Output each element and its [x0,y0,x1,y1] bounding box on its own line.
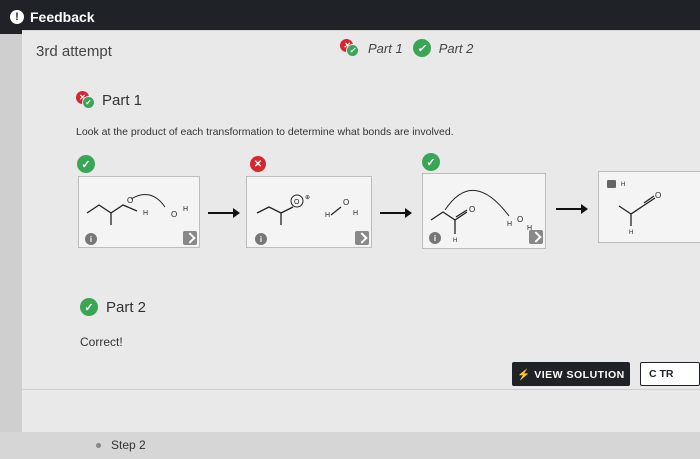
feedback-title: Feedback [30,9,95,25]
part-1-title: Part 1 [102,91,143,109]
divider [22,389,700,390]
part-2-feedback: Correct! [80,335,123,349]
mechanism-step-2[interactable]: O ⊕ H O H i [246,176,372,248]
info-icon[interactable]: i [429,232,441,244]
svg-text:O: O [469,205,475,214]
svg-text:O: O [171,210,177,219]
reaction-arrow-2 [380,208,412,218]
parts-nav: ✕✓ Part 1 ✓ Part 2 [340,39,483,57]
attempt-label: 3rd attempt [36,43,112,60]
expand-icon[interactable] [355,231,369,245]
svg-text:H: H [629,230,633,236]
feedback-header-bar: ! Feedback [0,0,700,34]
alert-icon: ! [10,10,24,24]
step-4-structure: O H H [618,182,661,236]
part-1-tab[interactable]: ✕✓ Part 1 [340,39,403,57]
svg-text:O: O [127,196,133,205]
info-icon[interactable]: i [255,233,267,245]
part-2-tab[interactable]: ✓ Part 2 [412,39,474,57]
svg-text:H: H [353,210,358,217]
svg-text:H: H [325,212,330,219]
part-2-heading: ✓ Part 2 [80,298,146,316]
svg-text:O: O [294,199,300,206]
mechanism-step-4[interactable]: O H H [598,171,700,243]
reaction-arrow-3 [556,204,588,214]
svg-text:H: H [507,221,512,228]
svg-text:H: H [143,210,148,217]
svg-text:H: H [183,206,188,213]
svg-text:⊕: ⊕ [305,195,310,201]
expand-icon[interactable] [529,230,543,244]
step-label: Step 2 [111,438,146,452]
part-1-heading: ✕✓ Part 1 [76,91,142,109]
part-2-title: Part 2 [106,298,147,316]
step-bullet-icon [96,442,101,448]
step-2-x-icon: ✕ [250,156,266,172]
info-icon[interactable]: i [85,233,97,245]
svg-text:H: H [453,238,457,244]
check-icon: ✓ [80,298,98,316]
try-again-button[interactable]: C TR [640,362,700,386]
part-2-tab-label: Part 2 [438,40,474,56]
check-icon: ✓ [412,39,431,57]
step-2-item[interactable]: Step 2 [96,438,146,452]
mechanism-step-1[interactable]: O H O H i [78,176,200,248]
partial-correct-icon: ✕✓ [340,39,360,57]
mechanism-step-3[interactable]: O H H O H i [422,173,546,249]
svg-text:H: H [621,182,625,188]
svg-text:O: O [343,198,349,207]
expand-icon[interactable] [183,231,197,245]
svg-text:O: O [655,191,661,200]
step-3-check-icon: ✓ [422,153,440,171]
partial-correct-icon: ✕✓ [76,91,96,109]
part-1-tab-label: Part 1 [368,40,403,56]
svg-text:O: O [517,215,523,224]
view-solution-button[interactable]: ⚡ VIEW SOLUTION [512,362,630,386]
reaction-arrow-1 [208,208,240,218]
step-1-check-icon: ✓ [77,155,95,173]
instruction-text: Look at the product of each transformati… [76,126,454,138]
